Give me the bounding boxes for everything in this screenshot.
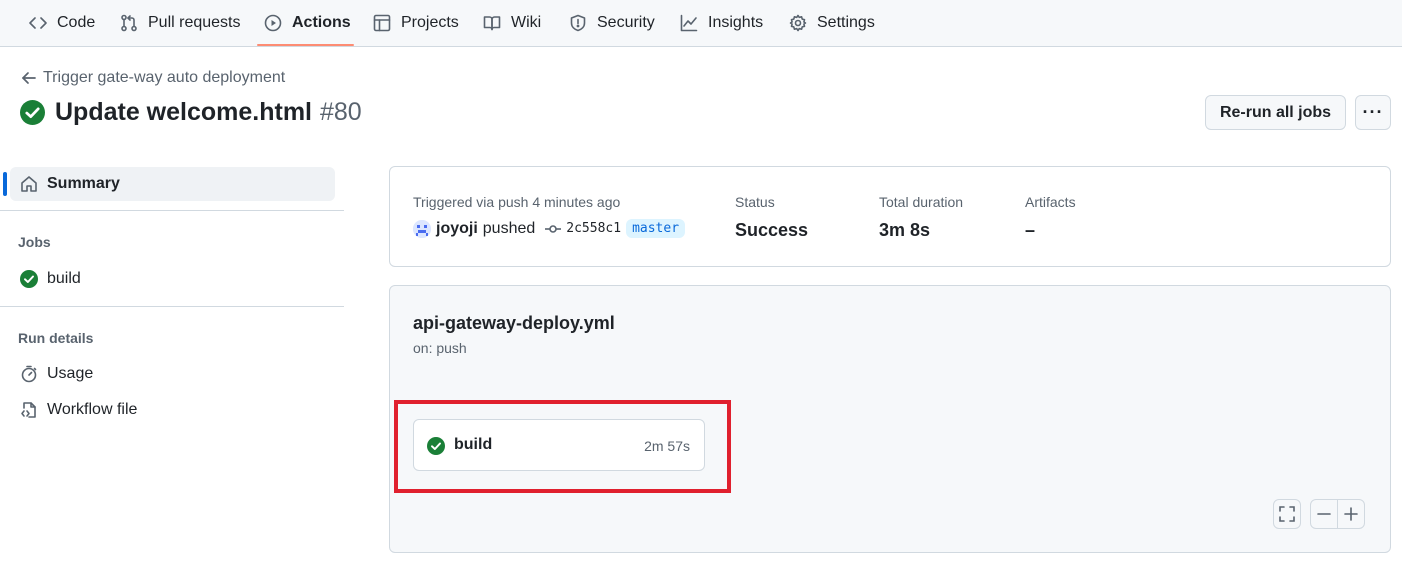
tab-label: Security (597, 14, 655, 31)
tab-security[interactable]: Security (569, 0, 655, 46)
sidebar-divider (0, 306, 344, 307)
sidebar-item-label: build (47, 270, 81, 287)
back-to-workflow-link[interactable]: Trigger gate-way auto deployment (21, 69, 285, 87)
sidebar-item-summary[interactable]: Summary (3, 167, 335, 201)
home-icon (21, 176, 37, 192)
sidebar-heading-run-details: Run details (18, 330, 94, 346)
check-circle-fill-icon (427, 437, 445, 455)
file-code-icon (21, 402, 36, 418)
branch-badge[interactable]: master (626, 219, 686, 238)
page-title: Update welcome.html (55, 98, 312, 126)
artifacts-value: – (1025, 220, 1036, 240)
play-icon (264, 14, 282, 32)
graph-icon (680, 14, 698, 32)
git-commit-icon (545, 224, 562, 233)
arrow-left-icon (22, 72, 36, 84)
workflow-trigger: on: push (413, 340, 467, 356)
git-pull-request-icon (121, 14, 137, 32)
check-circle-fill-icon (20, 100, 45, 125)
tab-label: Projects (401, 14, 459, 31)
tab-code[interactable]: Code (29, 0, 95, 46)
identicon-icon (413, 219, 431, 238)
duration-value: 3m 8s (879, 220, 931, 240)
workflow-file-name[interactable]: api-gateway-deploy.yml (413, 313, 615, 334)
tab-projects[interactable]: Projects (373, 0, 459, 46)
zoom-in-button[interactable] (1337, 499, 1365, 529)
book-icon (483, 16, 501, 31)
tab-label: Pull requests (148, 14, 241, 31)
status-value: Success (735, 220, 809, 240)
gear-icon (789, 14, 807, 32)
repo-nav: Code Pull requests Actions Projects Wiki… (0, 0, 1402, 47)
screen-full-icon (1279, 506, 1295, 522)
stopwatch-icon (21, 365, 37, 383)
tab-label: Insights (708, 14, 764, 31)
plus-icon (1344, 507, 1358, 521)
sidebar-divider (0, 210, 344, 211)
job-duration: 2m 57s (644, 438, 690, 454)
tab-label: Code (57, 14, 96, 31)
tab-insights[interactable]: Insights (680, 0, 763, 46)
fullscreen-button[interactable] (1273, 499, 1301, 529)
sidebar-item-label: Workflow file (47, 401, 138, 418)
run-number: #80 (320, 98, 362, 126)
sidebar-item-job-build[interactable]: build (20, 270, 81, 288)
run-summary-card: Triggered via push 4 minutes ago joyoji … (389, 166, 1391, 267)
run-title: Update welcome.html #80 (20, 98, 362, 127)
shield-icon (570, 14, 586, 32)
active-tab-indicator (257, 44, 354, 46)
tab-pull-requests[interactable]: Pull requests (120, 0, 241, 46)
tab-label: Settings (817, 14, 875, 31)
sidebar-item-workflow-file[interactable]: Workflow file (20, 401, 137, 419)
back-link-label: Trigger gate-way auto deployment (43, 69, 286, 86)
tab-settings[interactable]: Settings (789, 0, 875, 46)
trigger-details: joyoji pushed 2c558c1 master (413, 219, 686, 238)
tab-label: Actions (292, 14, 351, 31)
trigger-action: pushed (482, 219, 536, 237)
sidebar-heading-jobs: Jobs (18, 234, 51, 250)
duration-label: Total duration (879, 194, 964, 210)
tab-actions[interactable]: Actions (264, 0, 351, 46)
commit-sha-link[interactable]: 2c558c1 (566, 221, 621, 236)
kebab-menu-button[interactable]: ··· (1355, 95, 1391, 130)
artifacts-label: Artifacts (1025, 194, 1076, 210)
sidebar-item-usage[interactable]: Usage (20, 365, 93, 383)
workflow-graph: api-gateway-deploy.yml on: push build 2m… (389, 285, 1391, 553)
table-icon (373, 14, 391, 32)
zoom-out-button[interactable] (1310, 499, 1338, 529)
trigger-info: Triggered via push 4 minutes ago (413, 194, 621, 210)
sidebar-item-label: Summary (47, 175, 120, 192)
status-label: Status (735, 194, 775, 210)
rerun-all-jobs-button[interactable]: Re-run all jobs (1205, 95, 1346, 130)
job-node-build[interactable]: build 2m 57s (413, 419, 705, 471)
avatar[interactable] (413, 219, 431, 238)
dash-icon (1317, 513, 1331, 515)
tab-label: Wiki (511, 14, 542, 31)
code-icon (29, 17, 47, 29)
sidebar-item-label: Usage (47, 365, 94, 382)
actor-username[interactable]: joyoji (436, 220, 478, 238)
check-circle-fill-icon (20, 270, 38, 288)
tab-wiki[interactable]: Wiki (483, 0, 541, 46)
job-name: build (454, 436, 493, 453)
